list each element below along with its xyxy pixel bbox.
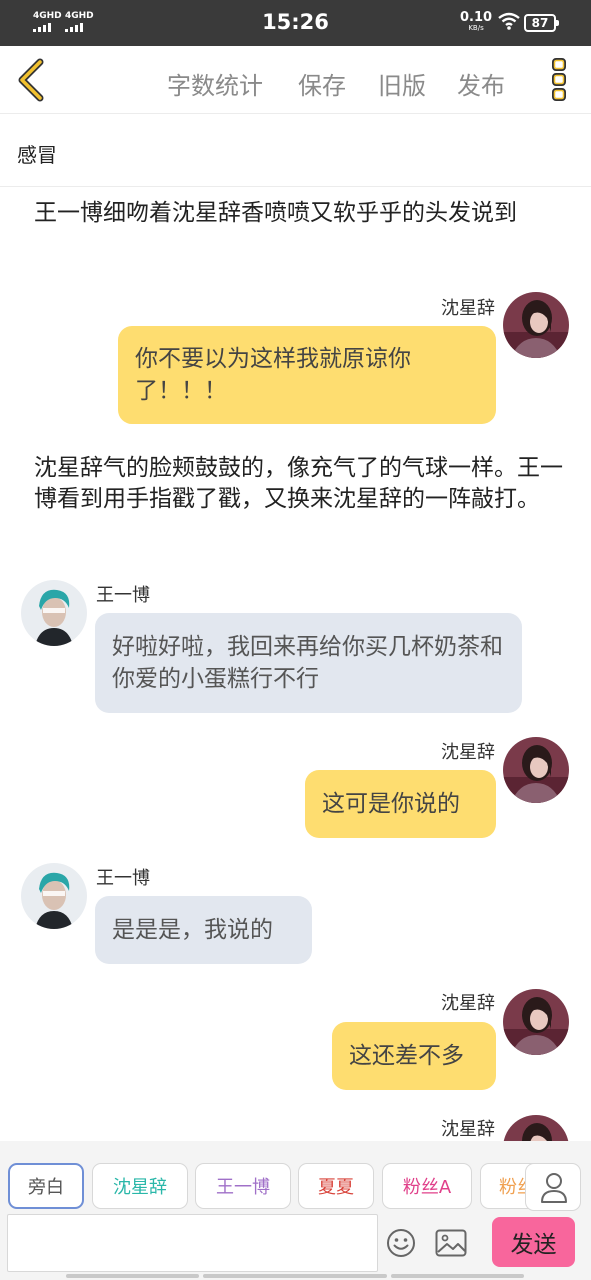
role-chip-narrator[interactable]: 旁白 — [8, 1163, 84, 1209]
message-bubble[interactable]: 你不要以为这样我就原谅你了！！！ — [118, 326, 496, 424]
speaker-name: 沈星辞 — [441, 993, 495, 1014]
chevron-left-icon[interactable] — [12, 58, 52, 102]
smiley-icon[interactable] — [386, 1228, 416, 1258]
avatar-shen[interactable] — [503, 292, 569, 358]
narration-1[interactable]: 王一博细吻着沈星辞香喷喷又软乎乎的头发说到 — [34, 198, 564, 229]
word-count-button[interactable]: 字数统计 — [167, 66, 263, 101]
chapter-title: 感冒 — [17, 143, 57, 167]
message-bubble[interactable]: 这还差不多 — [332, 1022, 496, 1090]
publish-button[interactable]: 发布 — [457, 66, 505, 101]
role-chip-xia[interactable]: 夏夏 — [298, 1163, 374, 1209]
role-chip-fan-a[interactable]: 粉丝A — [382, 1163, 472, 1209]
send-button[interactable]: 发送 — [492, 1217, 575, 1267]
avatar-shen[interactable] — [503, 989, 569, 1055]
old-version-button[interactable]: 旧版 — [378, 66, 426, 101]
three-dots-vertical-icon[interactable] — [548, 56, 570, 102]
avatar-shen[interactable] — [503, 1115, 569, 1141]
status-bar: 4GHD 4GHD 15:26 0.10 KB/s 87 — [0, 0, 591, 46]
speaker-name: 沈星辞 — [441, 298, 495, 319]
chapter-title-row[interactable]: 感冒 — [0, 115, 591, 187]
person-icon[interactable] — [525, 1163, 581, 1211]
avatar-wang[interactable] — [21, 863, 87, 929]
message-input[interactable] — [7, 1214, 378, 1272]
save-button[interactable]: 保存 — [298, 66, 346, 101]
speaker-name: 王一博 — [96, 585, 150, 606]
gesture-bar-left — [66, 1274, 199, 1278]
image-icon[interactable] — [435, 1229, 467, 1257]
gesture-bar-right — [391, 1274, 524, 1278]
speaker-name: 沈星辞 — [441, 1119, 495, 1140]
speaker-name: 沈星辞 — [441, 742, 495, 763]
battery-indicator: 87 — [524, 14, 559, 32]
avatar-wang[interactable] — [21, 580, 87, 646]
message-bubble[interactable]: 这可是你说的 — [305, 770, 496, 838]
gesture-bar-center — [203, 1274, 387, 1278]
role-chip-wang[interactable]: 王一博 — [195, 1163, 291, 1209]
narration-2[interactable]: 沈星辞气的脸颊鼓鼓的，像充气了的气球一样。王一博看到用手指戳了戳，又换来沈星辞的… — [34, 453, 564, 515]
speaker-name: 王一博 — [96, 868, 150, 889]
avatar-shen[interactable] — [503, 737, 569, 803]
network-speed: 0.10 KB/s — [460, 10, 493, 32]
role-chip-shen[interactable]: 沈星辞 — [92, 1163, 188, 1209]
message-bubble[interactable]: 好啦好啦，我回来再给你买几杯奶茶和你爱的小蛋糕行不行 — [95, 613, 522, 713]
editor-header: 字数统计 保存 旧版 发布 — [0, 46, 591, 114]
message-bubble[interactable]: 是是是，我说的 — [95, 896, 312, 964]
wifi-icon — [498, 12, 520, 30]
composer-bar: 旁白 沈星辞 王一博 夏夏 粉丝A 粉丝 发送 — [0, 1141, 591, 1280]
chat-area[interactable]: 王一博细吻着沈星辞香喷喷又软乎乎的头发说到 沈星辞 你不要以为这样我就原谅你了！… — [0, 188, 591, 1141]
